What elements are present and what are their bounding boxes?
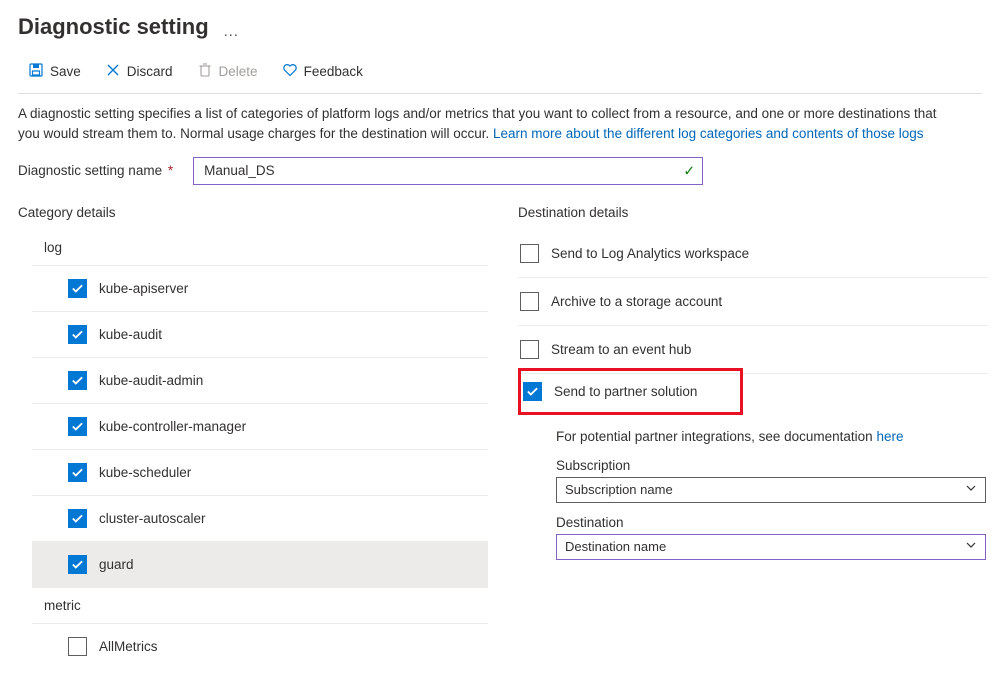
category-label: kube-scheduler (99, 465, 191, 480)
select-value: Destination name (565, 539, 666, 554)
feedback-button[interactable]: Feedback (272, 58, 373, 85)
checkbox-icon[interactable] (520, 292, 539, 311)
destination-select[interactable]: Destination name (556, 534, 986, 560)
metric-group-header: metric (32, 588, 488, 624)
checkbox-icon[interactable] (68, 509, 87, 528)
dest-label: Stream to an event hub (551, 342, 691, 357)
category-row-kube-scheduler[interactable]: kube-scheduler (32, 450, 488, 496)
close-icon (105, 62, 121, 81)
feedback-label: Feedback (304, 64, 363, 79)
checkbox-icon[interactable] (68, 463, 87, 482)
category-heading: Category details (18, 205, 488, 220)
category-label: kube-audit (99, 327, 162, 342)
highlighted-partner-box: Send to partner solution (518, 368, 743, 415)
destination-details-column: Destination details Send to Log Analytic… (518, 205, 988, 669)
checkbox-icon[interactable] (68, 279, 87, 298)
destination-heading: Destination details (518, 205, 988, 220)
chevron-down-icon (965, 539, 977, 554)
category-row-allmetrics[interactable]: AllMetrics (32, 624, 488, 669)
required-asterisk: * (162, 163, 173, 178)
delete-label: Delete (219, 64, 258, 79)
chevron-down-icon (965, 482, 977, 497)
dest-event-hub[interactable]: Stream to an event hub (518, 326, 988, 374)
category-row-guard[interactable]: guard (32, 542, 488, 588)
category-row-kube-audit-admin[interactable]: kube-audit-admin (32, 358, 488, 404)
discard-label: Discard (127, 64, 173, 79)
checkbox-icon[interactable] (68, 325, 87, 344)
name-label: Diagnostic setting name * (18, 163, 173, 178)
dest-label: Archive to a storage account (551, 294, 722, 309)
dest-partner-solution[interactable]: Send to partner solution (521, 378, 740, 405)
category-label: AllMetrics (99, 639, 158, 654)
page-title: Diagnostic setting (18, 14, 209, 40)
save-button[interactable]: Save (18, 58, 91, 85)
select-value: Subscription name (565, 482, 673, 497)
dest-label: Send to Log Analytics workspace (551, 246, 749, 261)
category-label: kube-apiserver (99, 281, 188, 296)
checkbox-icon[interactable] (523, 382, 542, 401)
partner-note: For potential partner integrations, see … (518, 419, 988, 458)
discard-button[interactable]: Discard (95, 58, 183, 85)
subscription-select[interactable]: Subscription name (556, 477, 986, 503)
category-label: guard (99, 557, 134, 572)
diagnostic-setting-name-input[interactable] (193, 157, 703, 185)
dest-log-analytics[interactable]: Send to Log Analytics workspace (518, 230, 988, 278)
toolbar: Save Discard Delete Feedback (18, 50, 982, 94)
dest-label: Send to partner solution (554, 384, 697, 399)
category-row-kube-controller-manager[interactable]: kube-controller-manager (32, 404, 488, 450)
category-label: cluster-autoscaler (99, 511, 206, 526)
destination-label: Destination (556, 515, 988, 530)
heart-icon (282, 62, 298, 81)
checkbox-icon[interactable] (68, 637, 87, 656)
checkbox-icon[interactable] (68, 417, 87, 436)
subscription-label: Subscription (556, 458, 988, 473)
category-label: kube-audit-admin (99, 373, 203, 388)
valid-check-icon: ✓ (683, 162, 695, 179)
checkbox-icon[interactable] (68, 371, 87, 390)
category-row-kube-audit[interactable]: kube-audit (32, 312, 488, 358)
category-label: kube-controller-manager (99, 419, 246, 434)
delete-button: Delete (187, 58, 268, 85)
category-details-column: Category details log kube-apiserver kube… (18, 205, 488, 669)
trash-icon (197, 62, 213, 81)
save-icon (28, 62, 44, 81)
checkbox-icon[interactable] (520, 244, 539, 263)
learn-more-link[interactable]: Learn more about the different log categ… (493, 126, 924, 141)
category-row-kube-apiserver[interactable]: kube-apiserver (32, 266, 488, 312)
log-group-header: log (32, 230, 488, 266)
category-row-cluster-autoscaler[interactable]: cluster-autoscaler (32, 496, 488, 542)
description-text: A diagnostic setting specifies a list of… (18, 104, 938, 145)
checkbox-icon[interactable] (520, 340, 539, 359)
save-label: Save (50, 64, 81, 79)
partner-doc-link[interactable]: here (876, 429, 903, 444)
checkbox-icon[interactable] (68, 555, 87, 574)
more-icon[interactable]: … (223, 23, 239, 41)
dest-storage-account[interactable]: Archive to a storage account (518, 278, 988, 326)
